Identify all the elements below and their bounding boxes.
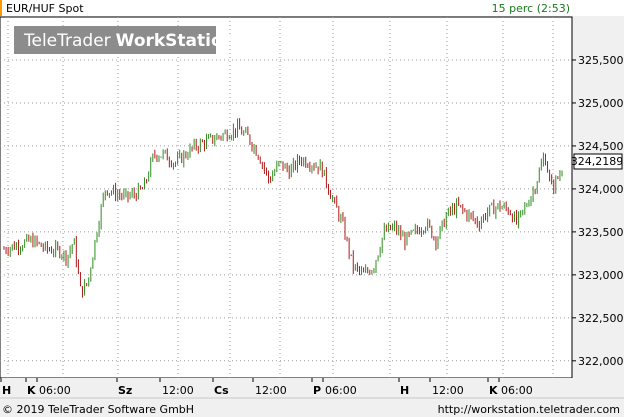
url-link[interactable]: http://workstation.teletrader.com (438, 403, 620, 416)
y-tick-label: 322,5000 (578, 312, 624, 325)
x-tick-label: H (2, 384, 11, 397)
y-tick-label: 323,0000 (578, 269, 624, 282)
x-tick-label: 12:00 (432, 384, 464, 397)
x-tick-label: 06:00 (39, 384, 71, 397)
chart-window: EUR/HUF Spot 15 perc (2:53) TeleTrader Wo… (0, 0, 624, 417)
x-tick-label: H (400, 384, 409, 397)
x-tick-label: K (27, 384, 36, 397)
interval-label: 15 perc (2:53) (492, 2, 570, 15)
header-accent (0, 0, 2, 16)
x-tick-label: 12:00 (255, 384, 287, 397)
y-tick-label: 324,5000 (578, 140, 624, 153)
x-tick-label: 06:00 (325, 384, 357, 397)
logo-text: TeleTrader WorkStation (23, 31, 235, 51)
x-tick-label: Sz (118, 384, 132, 397)
x-tick-label: 06:00 (501, 384, 533, 397)
copyright-text: © 2019 TeleTrader Software GmbH (2, 403, 194, 416)
y-tick-label: 322,0000 (578, 355, 624, 368)
last-value: 324,2189 (571, 155, 624, 168)
y-tick-label: 325,5000 (578, 54, 624, 67)
y-tick-label: 324,0000 (578, 183, 624, 196)
x-tick-label: Cs (214, 384, 229, 397)
x-tick-label: 12:00 (162, 384, 194, 397)
y-tick-label: 325,0000 (578, 97, 624, 110)
x-tick-label: P (313, 384, 321, 397)
x-tick-label: K (489, 384, 498, 397)
plot-area (0, 16, 573, 379)
instrument-title: EUR/HUF Spot (6, 2, 84, 15)
y-tick-label: 323,5000 (578, 226, 624, 239)
